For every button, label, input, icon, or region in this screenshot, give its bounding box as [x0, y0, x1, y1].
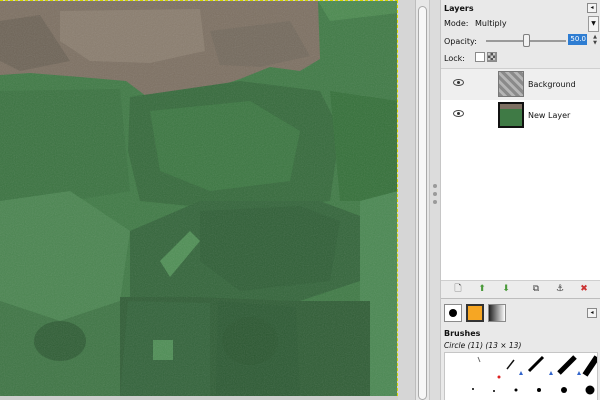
lock-pixels-checkbox[interactable] — [475, 52, 485, 62]
layer-list[interactable]: Background New Layer — [441, 68, 600, 280]
raise-layer-icon[interactable]: ⬆ — [477, 284, 487, 294]
opacity-slider-handle[interactable] — [522, 34, 530, 47]
layers-dock: Layers ◂ Mode: Multiply ▼ Opacity: 50.0 … — [441, 0, 600, 298]
opacity-label: Opacity: — [444, 37, 477, 46]
duplicate-layer-icon[interactable]: ⧉ — [531, 284, 541, 294]
brush-grid[interactable] — [444, 352, 598, 400]
layer-row-new-layer[interactable]: New Layer — [441, 100, 600, 131]
texture-image — [0, 1, 397, 396]
lock-label: Lock: — [444, 54, 465, 63]
eye-icon[interactable] — [453, 110, 464, 117]
mode-label: Mode: — [444, 19, 469, 28]
spin-buttons-icon[interactable]: ▲ ▼ — [591, 34, 599, 46]
brush-previews — [472, 355, 597, 395]
new-layer-icon[interactable]: 🗋 — [453, 284, 463, 294]
layer-thumbnail — [498, 71, 524, 97]
image-canvas[interactable] — [0, 0, 398, 396]
lock-alpha-checkbox[interactable] — [487, 52, 497, 62]
lower-layer-icon[interactable]: ⬇ — [501, 284, 511, 294]
layer-row-background[interactable]: Background — [441, 69, 600, 100]
dock-resize-handle[interactable] — [429, 0, 441, 400]
layer-name[interactable]: Background — [528, 80, 576, 89]
anchor-icon[interactable]: ⚓ — [555, 284, 565, 294]
layers-button-bar: 🗋 ⬆ ⬇ ⧉ ⚓ ✖ — [441, 280, 600, 298]
delete-layer-icon[interactable]: ✖ — [579, 284, 589, 294]
tab-menu-icon[interactable]: ◂ — [587, 3, 597, 13]
tab-gradients[interactable] — [488, 304, 506, 322]
chevron-down-icon[interactable]: ▼ — [588, 16, 599, 32]
tab-menu-icon[interactable]: ◂ — [587, 308, 597, 318]
eye-icon[interactable] — [453, 79, 464, 86]
layers-title: Layers — [444, 4, 474, 13]
mode-select[interactable]: Multiply — [475, 19, 507, 28]
brushes-title: Brushes — [444, 329, 481, 338]
scrollbar-thumb[interactable] — [418, 6, 427, 400]
layer-name[interactable]: New Layer — [528, 111, 570, 120]
brush-name: Circle (11) (13 × 13) — [444, 341, 522, 350]
image-canvas-area[interactable] — [0, 0, 430, 400]
brushes-dock: ◂ Brushes Circle (11) (13 × 13) — [441, 298, 600, 400]
opacity-input[interactable]: 50.0 — [568, 34, 587, 45]
vertical-scrollbar[interactable] — [415, 0, 429, 400]
tab-patterns[interactable] — [466, 304, 484, 322]
canvas-padding — [398, 0, 415, 400]
tab-brushes[interactable] — [444, 304, 462, 322]
layer-thumbnail — [498, 102, 524, 128]
